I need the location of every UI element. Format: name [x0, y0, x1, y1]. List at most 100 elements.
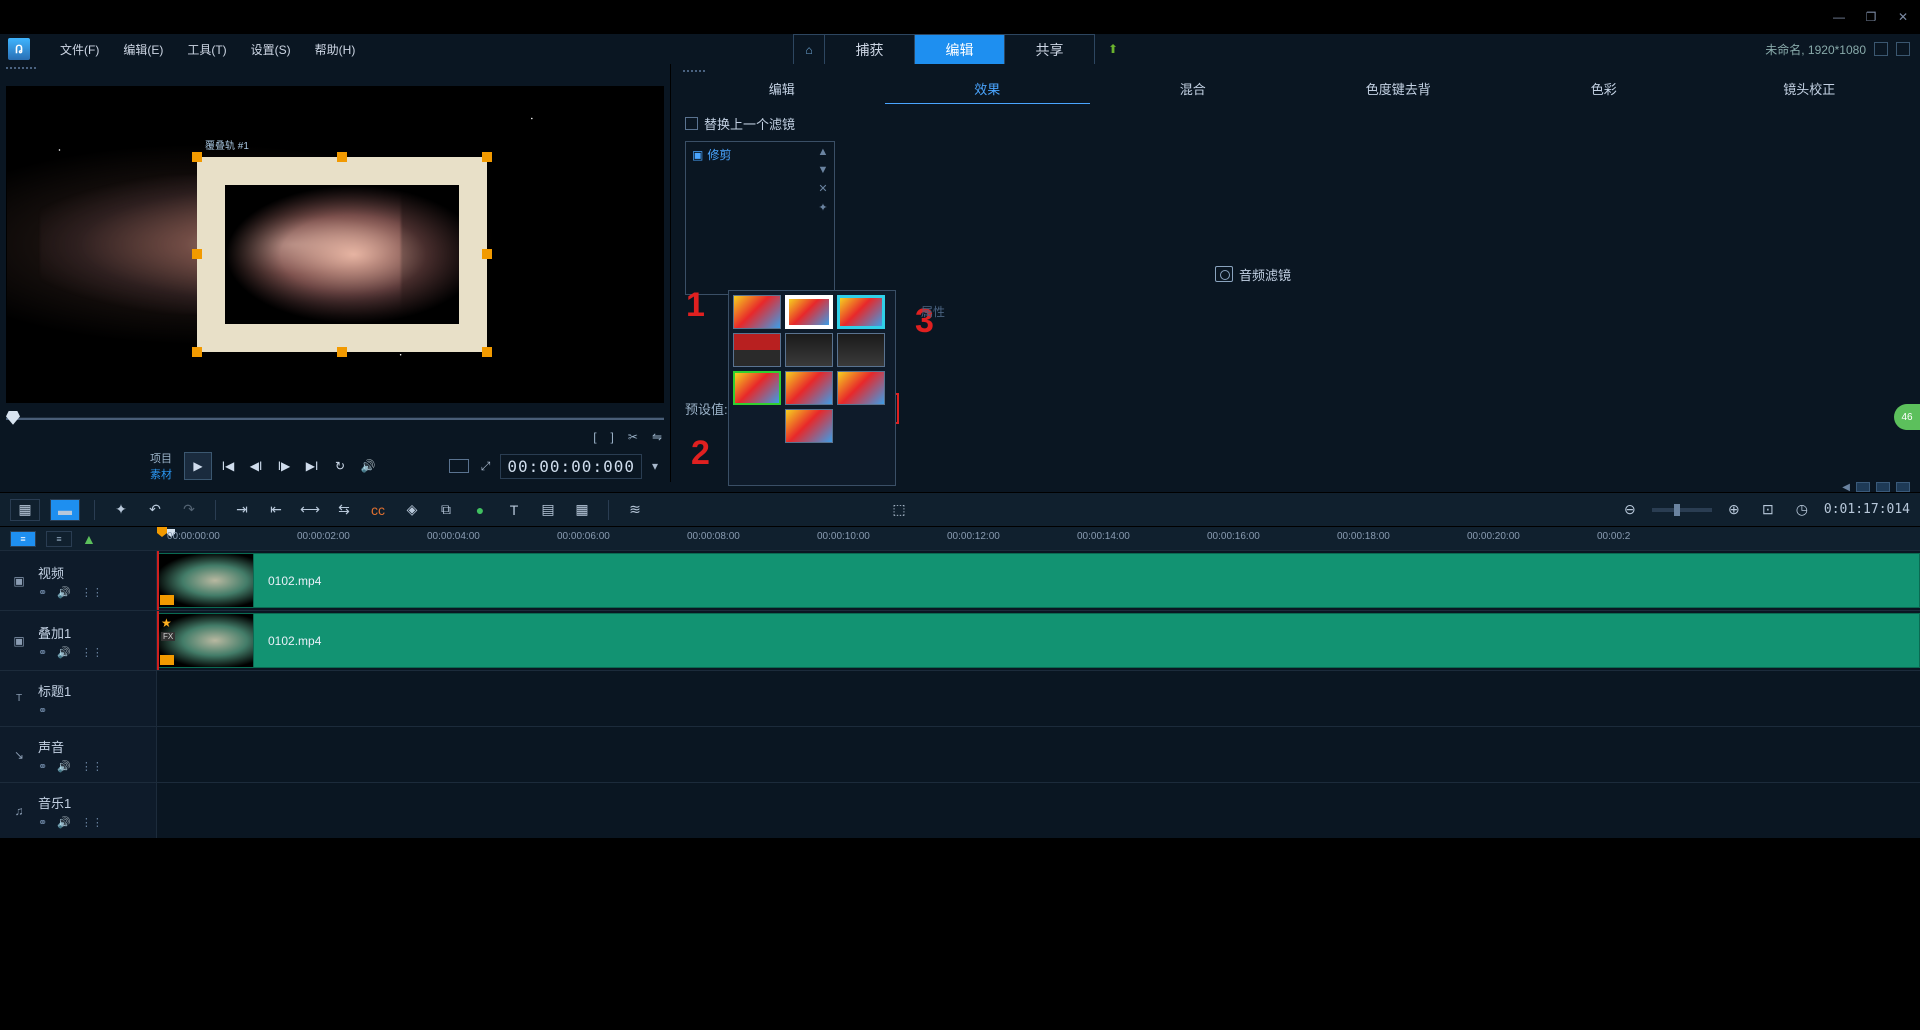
next-frame-button[interactable]: I▶	[272, 454, 296, 478]
panel-grip-icon[interactable]	[0, 64, 670, 76]
zoom-out-button[interactable]: ⊖	[1618, 498, 1642, 522]
menu-tools[interactable]: 工具(T)	[175, 41, 238, 58]
timeline-ruler[interactable]: 00:00:00:00 00:00:02:00 00:00:04:00 00:0…	[157, 527, 1920, 550]
filter-move-up-icon[interactable]: ▲	[818, 146, 829, 158]
panel-layout-1-icon[interactable]	[1856, 482, 1870, 492]
close-button[interactable]: ✕	[1892, 8, 1914, 26]
preset-thumb-7-selected[interactable]	[733, 371, 781, 405]
preview-viewport[interactable]	[6, 86, 664, 403]
preset-thumb-4[interactable]	[733, 333, 781, 367]
crop-handle-bm[interactable]	[337, 347, 347, 357]
maximize-button[interactable]: ❐	[1860, 8, 1882, 26]
preset-thumb-5[interactable]	[785, 333, 833, 367]
clip-video-1[interactable]: 0102.mp4	[157, 553, 1920, 608]
track-link-icon[interactable]: ⚭	[38, 586, 47, 599]
tool-cc-icon[interactable]: cc	[366, 498, 390, 522]
zoom-slider-handle[interactable]	[1674, 504, 1680, 516]
zoom-in-button[interactable]: ⊕	[1722, 498, 1746, 522]
playhead-marker-icon[interactable]	[157, 527, 167, 537]
preview-scrubber[interactable]	[6, 409, 664, 426]
timeline-view-button[interactable]: ▬	[50, 499, 80, 521]
filter-move-down-icon[interactable]: ▼	[818, 164, 829, 176]
menu-settings[interactable]: 设置(S)	[239, 41, 303, 58]
preset-thumb-6[interactable]	[837, 333, 885, 367]
volume-button[interactable]: 🔊	[356, 454, 380, 478]
tool-mark-in-icon[interactable]: ⇥	[230, 498, 254, 522]
storyboard-view-button[interactable]: ▦	[10, 499, 40, 521]
crop-handle-br[interactable]	[482, 347, 492, 357]
preset-thumb-8[interactable]	[785, 371, 833, 405]
playhead-line[interactable]	[157, 611, 159, 670]
tool-motion-icon[interactable]: ≋	[623, 498, 647, 522]
prev-frame-button[interactable]: ◀I	[244, 454, 268, 478]
track-link-icon[interactable]: ⚭	[38, 646, 47, 659]
display-mode-icon[interactable]	[449, 459, 469, 473]
go-end-button[interactable]: ▶I	[300, 454, 324, 478]
playhead-line[interactable]	[157, 551, 159, 610]
ruler-mode-a[interactable]: ≡	[10, 531, 36, 547]
tool-mark-out-icon[interactable]: ⇤	[264, 498, 288, 522]
track-mute-icon[interactable]: 🔊	[57, 586, 71, 599]
track-link-icon[interactable]: ⚭	[38, 760, 47, 773]
preset-thumb-2[interactable]	[785, 295, 833, 329]
tab-capture[interactable]: 捕获	[825, 34, 915, 64]
timecode-display[interactable]: 00:00:00:000	[500, 454, 642, 479]
track-opts-icon[interactable]: ⋮⋮	[81, 760, 103, 773]
track-mute-icon[interactable]: 🔊	[57, 816, 71, 829]
track-opts-icon[interactable]: ⋮⋮	[81, 646, 103, 659]
panel-layout-2-icon[interactable]	[1876, 482, 1890, 492]
panel-toggle-2-icon[interactable]	[1896, 42, 1910, 56]
track-link-icon[interactable]: ⚭	[38, 816, 47, 829]
tool-fx2-icon[interactable]: ⬚	[887, 498, 911, 522]
track-body-sound[interactable]	[157, 727, 1920, 782]
crop-handle-ml[interactable]	[192, 249, 202, 259]
crop-handle-tm[interactable]	[337, 152, 347, 162]
mark-in-icon[interactable]: [	[593, 430, 596, 444]
crop-handle-tl[interactable]	[192, 152, 202, 162]
track-body-title1[interactable]	[157, 671, 1920, 726]
ruler-mode-b[interactable]: ≡	[46, 531, 72, 547]
mark-out-icon[interactable]: ]	[611, 430, 614, 444]
add-cue-icon[interactable]: ▲	[82, 531, 96, 547]
tool-grid1-icon[interactable]: ▤	[536, 498, 560, 522]
track-mute-icon[interactable]: 🔊	[57, 646, 71, 659]
filter-item-crop[interactable]: ▣ 修剪	[686, 142, 812, 167]
play-button[interactable]: ▶	[184, 452, 212, 480]
timecode-dropdown-icon[interactable]: ▾	[652, 459, 658, 473]
panel-collapse-icon[interactable]: ◀	[1842, 482, 1850, 493]
track-opts-icon[interactable]: ⋮⋮	[81, 816, 103, 829]
tool-ripple-icon[interactable]: ⇆	[332, 498, 356, 522]
display-expand-icon[interactable]: ⤢	[481, 459, 491, 474]
clip-overlay-1[interactable]: ★ FX 0102.mp4	[157, 613, 1920, 668]
tool-split-icon[interactable]: ⟷	[298, 498, 322, 522]
tab-edit[interactable]: 编辑	[915, 34, 1005, 64]
help-badge[interactable]: 46	[1894, 404, 1920, 430]
tab-share[interactable]: 共享	[1005, 34, 1095, 64]
preset-thumb-10[interactable]	[785, 409, 833, 443]
preset-thumb-1[interactable]	[733, 295, 781, 329]
track-body-music1[interactable]	[157, 783, 1920, 838]
replace-filter-checkbox[interactable]	[685, 117, 698, 130]
menu-help[interactable]: 帮助(H)	[303, 41, 368, 58]
duration-icon[interactable]: ◷	[1790, 498, 1814, 522]
track-link-icon[interactable]: ⚭	[38, 704, 47, 717]
tool-transition-icon[interactable]: ⧉	[434, 498, 458, 522]
track-body-overlay1[interactable]: ★ FX 0102.mp4	[157, 611, 1920, 670]
horizontal-splitter[interactable]: ◀	[0, 482, 1920, 492]
crop-frame[interactable]	[197, 157, 487, 352]
tab-home[interactable]: ⌂	[793, 34, 825, 64]
audio-filter-button[interactable]: 音频滤镜	[1215, 124, 1291, 424]
track-body-video[interactable]: 0102.mp4	[157, 551, 1920, 610]
options-tab-chroma[interactable]: 色度键去背	[1296, 74, 1502, 104]
crop-handle-bl[interactable]	[192, 347, 202, 357]
scrubber-playhead-icon[interactable]	[6, 411, 20, 425]
mode-clip[interactable]: 素材	[150, 466, 172, 482]
panel-toggle-1-icon[interactable]	[1874, 42, 1888, 56]
undo-button[interactable]: ↶	[143, 498, 167, 522]
tool-record-icon[interactable]: ●	[468, 498, 492, 522]
panel-layout-3-icon[interactable]	[1896, 482, 1910, 492]
zoom-fit-button[interactable]: ⊡	[1756, 498, 1780, 522]
loop-button[interactable]: ↻	[328, 454, 352, 478]
options-tab-lens[interactable]: 镜头校正	[1707, 74, 1913, 104]
crop-handle-mr[interactable]	[482, 249, 492, 259]
